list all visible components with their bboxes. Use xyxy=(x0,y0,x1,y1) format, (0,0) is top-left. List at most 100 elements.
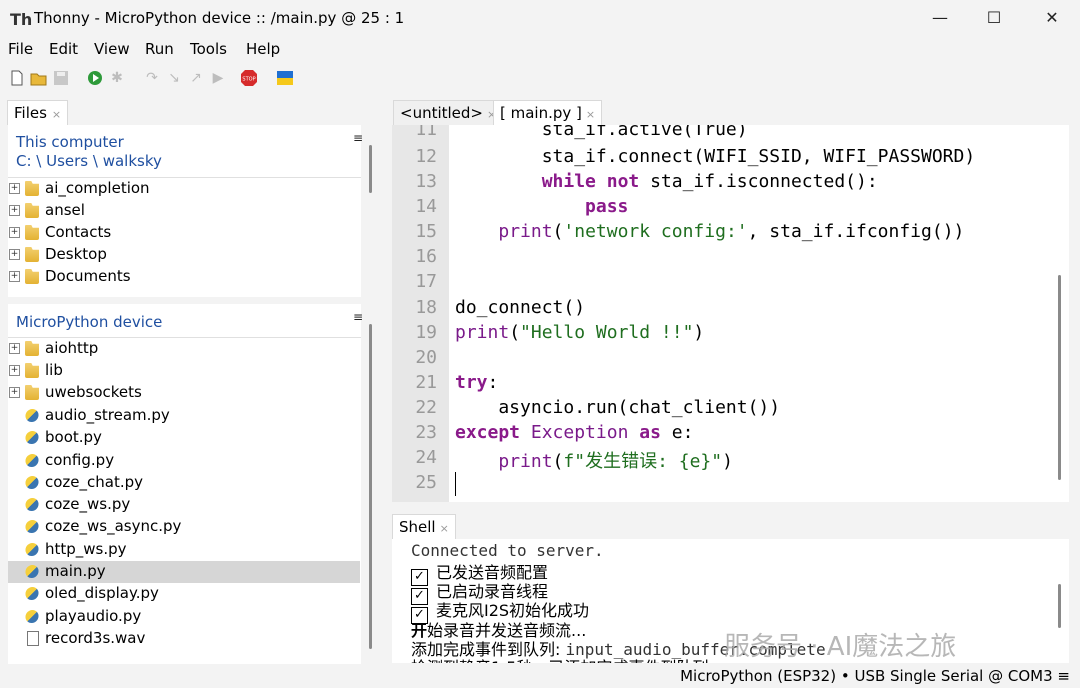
tree-item-label: uwebsockets xyxy=(45,383,142,401)
line-number: 17 xyxy=(415,271,437,292)
toolbar: ✱ ↷ ↘ ↗ ▶ STOP xyxy=(0,64,1080,94)
menu-view[interactable]: View xyxy=(94,40,130,58)
open-file-icon[interactable] xyxy=(30,69,48,87)
maximize-button[interactable]: ☐ xyxy=(968,0,1020,36)
step-out-icon[interactable]: ↗ xyxy=(187,69,205,87)
tree-item-folder[interactable]: + uwebsockets xyxy=(8,382,360,404)
folder-icon xyxy=(25,385,39,400)
backend-status[interactable]: MicroPython (ESP32) • USB Single Serial … xyxy=(680,665,1070,688)
code-line: except Exception as e: xyxy=(455,422,693,443)
tree-item-folder[interactable]: + ansel xyxy=(8,200,360,222)
tree-item-folder[interactable]: + ai_completion xyxy=(8,178,360,200)
expand-icon[interactable]: + xyxy=(9,365,20,376)
code-text: sta_if.isconnected(): xyxy=(639,171,878,192)
menu-tools[interactable]: Tools xyxy=(190,40,227,58)
folder-icon xyxy=(25,247,39,262)
expand-icon[interactable]: + xyxy=(9,205,20,216)
shell-output-line: Connected to server. xyxy=(411,541,604,560)
watermark: 服务号 · AI魔法之旅 xyxy=(724,632,957,662)
device-title: MicroPython device xyxy=(16,313,163,331)
step-over-icon[interactable]: ↷ xyxy=(143,69,161,87)
close-icon[interactable]: × xyxy=(440,522,449,535)
code-line: try: xyxy=(455,372,499,393)
step-into-icon[interactable]: ↘ xyxy=(165,69,183,87)
run-icon[interactable] xyxy=(86,69,104,87)
device-scrollbar[interactable] xyxy=(369,324,372,649)
menu-edit[interactable]: Edit xyxy=(49,40,78,58)
close-icon[interactable]: × xyxy=(586,108,595,121)
debug-icon[interactable]: ✱ xyxy=(108,69,126,87)
tree-item-label: playaudio.py xyxy=(45,607,142,625)
tab-main-py[interactable]: [ main.py ] × xyxy=(493,100,603,126)
tree-item-label: coze_ws_async.py xyxy=(45,517,182,535)
tree-item-folder[interactable]: + aiohttp xyxy=(8,338,360,360)
tree-item-file[interactable]: coze_ws.py xyxy=(8,494,360,516)
code-line: sta_if.active(True) xyxy=(455,125,748,140)
code-editor[interactable]: 11 12 13 14 15 16 17 18 19 20 21 22 23 2… xyxy=(392,125,1069,502)
save-icon[interactable] xyxy=(52,69,70,87)
python-file-icon xyxy=(22,451,42,470)
status-bar: MicroPython (ESP32) • USB Single Serial … xyxy=(0,665,1080,688)
tree-item-file[interactable]: playaudio.py xyxy=(8,606,360,628)
tree-item-file-selected[interactable]: main.py xyxy=(8,561,360,583)
close-button[interactable]: ✕ xyxy=(1026,0,1078,36)
close-icon[interactable]: × xyxy=(52,108,61,121)
tree-item-file[interactable]: audio_stream.py xyxy=(8,405,360,427)
tab-untitled[interactable]: <untitled> × xyxy=(393,100,504,126)
menu-help[interactable]: Help xyxy=(246,40,280,58)
tree-item-file[interactable]: oled_display.py xyxy=(8,583,360,605)
resume-icon[interactable]: ▶ xyxy=(209,69,227,87)
line-number: 23 xyxy=(415,422,437,443)
expand-icon[interactable]: + xyxy=(9,249,20,260)
expand-icon[interactable]: + xyxy=(9,271,20,282)
tree-item-label: Contacts xyxy=(45,223,112,241)
thonny-logo-icon: Th xyxy=(10,10,33,29)
tree-item-file[interactable]: http_ws.py xyxy=(8,539,360,561)
expand-icon[interactable]: + xyxy=(9,227,20,238)
tree-item-file[interactable]: record3s.wav xyxy=(8,628,360,650)
code-line: pass xyxy=(455,196,628,217)
tab-shell[interactable]: Shell × xyxy=(392,514,456,540)
expand-icon[interactable]: + xyxy=(9,387,20,398)
tree-item-label: ansel xyxy=(45,201,85,219)
tree-item-file[interactable]: coze_chat.py xyxy=(8,472,360,494)
tree-item-file[interactable]: config.py xyxy=(8,450,360,472)
tree-item-file[interactable]: boot.py xyxy=(8,427,360,449)
menu-hamburger-icon[interactable]: ≡ xyxy=(353,131,363,145)
keyword: not xyxy=(606,171,640,192)
menu-hamburger-icon[interactable]: ≡ xyxy=(353,310,363,324)
minimize-button[interactable]: — xyxy=(914,0,966,36)
tree-item-folder[interactable]: + Desktop xyxy=(8,244,360,266)
local-path-breadcrumb[interactable]: C: \ Users \ walksky xyxy=(16,152,162,170)
shell-scrollbar[interactable] xyxy=(1058,584,1061,628)
ukraine-flag-icon[interactable] xyxy=(276,69,294,87)
expand-icon[interactable]: + xyxy=(9,343,20,354)
new-file-icon[interactable] xyxy=(8,69,26,87)
local-scrollbar[interactable] xyxy=(369,145,372,193)
folder-icon xyxy=(25,225,39,240)
python-file-icon xyxy=(22,495,42,514)
python-file-icon xyxy=(22,607,42,626)
menu-run[interactable]: Run xyxy=(145,40,174,58)
line-number: 12 xyxy=(415,146,437,167)
tree-item-folder[interactable]: + lib xyxy=(8,360,360,382)
tree-item-folder[interactable]: + Documents xyxy=(8,266,360,288)
tree-item-label: config.py xyxy=(45,451,115,469)
tab-shell-label: Shell xyxy=(399,518,436,536)
folder-icon xyxy=(25,269,39,284)
tree-item-folder[interactable]: + Contacts xyxy=(8,222,360,244)
menu-file[interactable]: File xyxy=(8,40,33,58)
tab-files[interactable]: Files × xyxy=(7,100,69,125)
tree-item-file[interactable]: coze_ws_async.py xyxy=(8,516,360,538)
expand-icon[interactable]: + xyxy=(9,183,20,194)
folder-icon xyxy=(25,341,39,356)
folder-icon xyxy=(25,181,39,196)
line-number: 19 xyxy=(415,322,437,343)
keyword: while xyxy=(541,171,596,192)
stop-icon[interactable]: STOP xyxy=(240,69,258,87)
editor-scrollbar[interactable] xyxy=(1058,275,1061,480)
tree-item-label: Documents xyxy=(45,267,131,285)
line-number: 25 xyxy=(415,472,437,493)
tree-item-label: boot.py xyxy=(45,428,102,446)
tree-item-label: ai_completion xyxy=(45,179,150,197)
